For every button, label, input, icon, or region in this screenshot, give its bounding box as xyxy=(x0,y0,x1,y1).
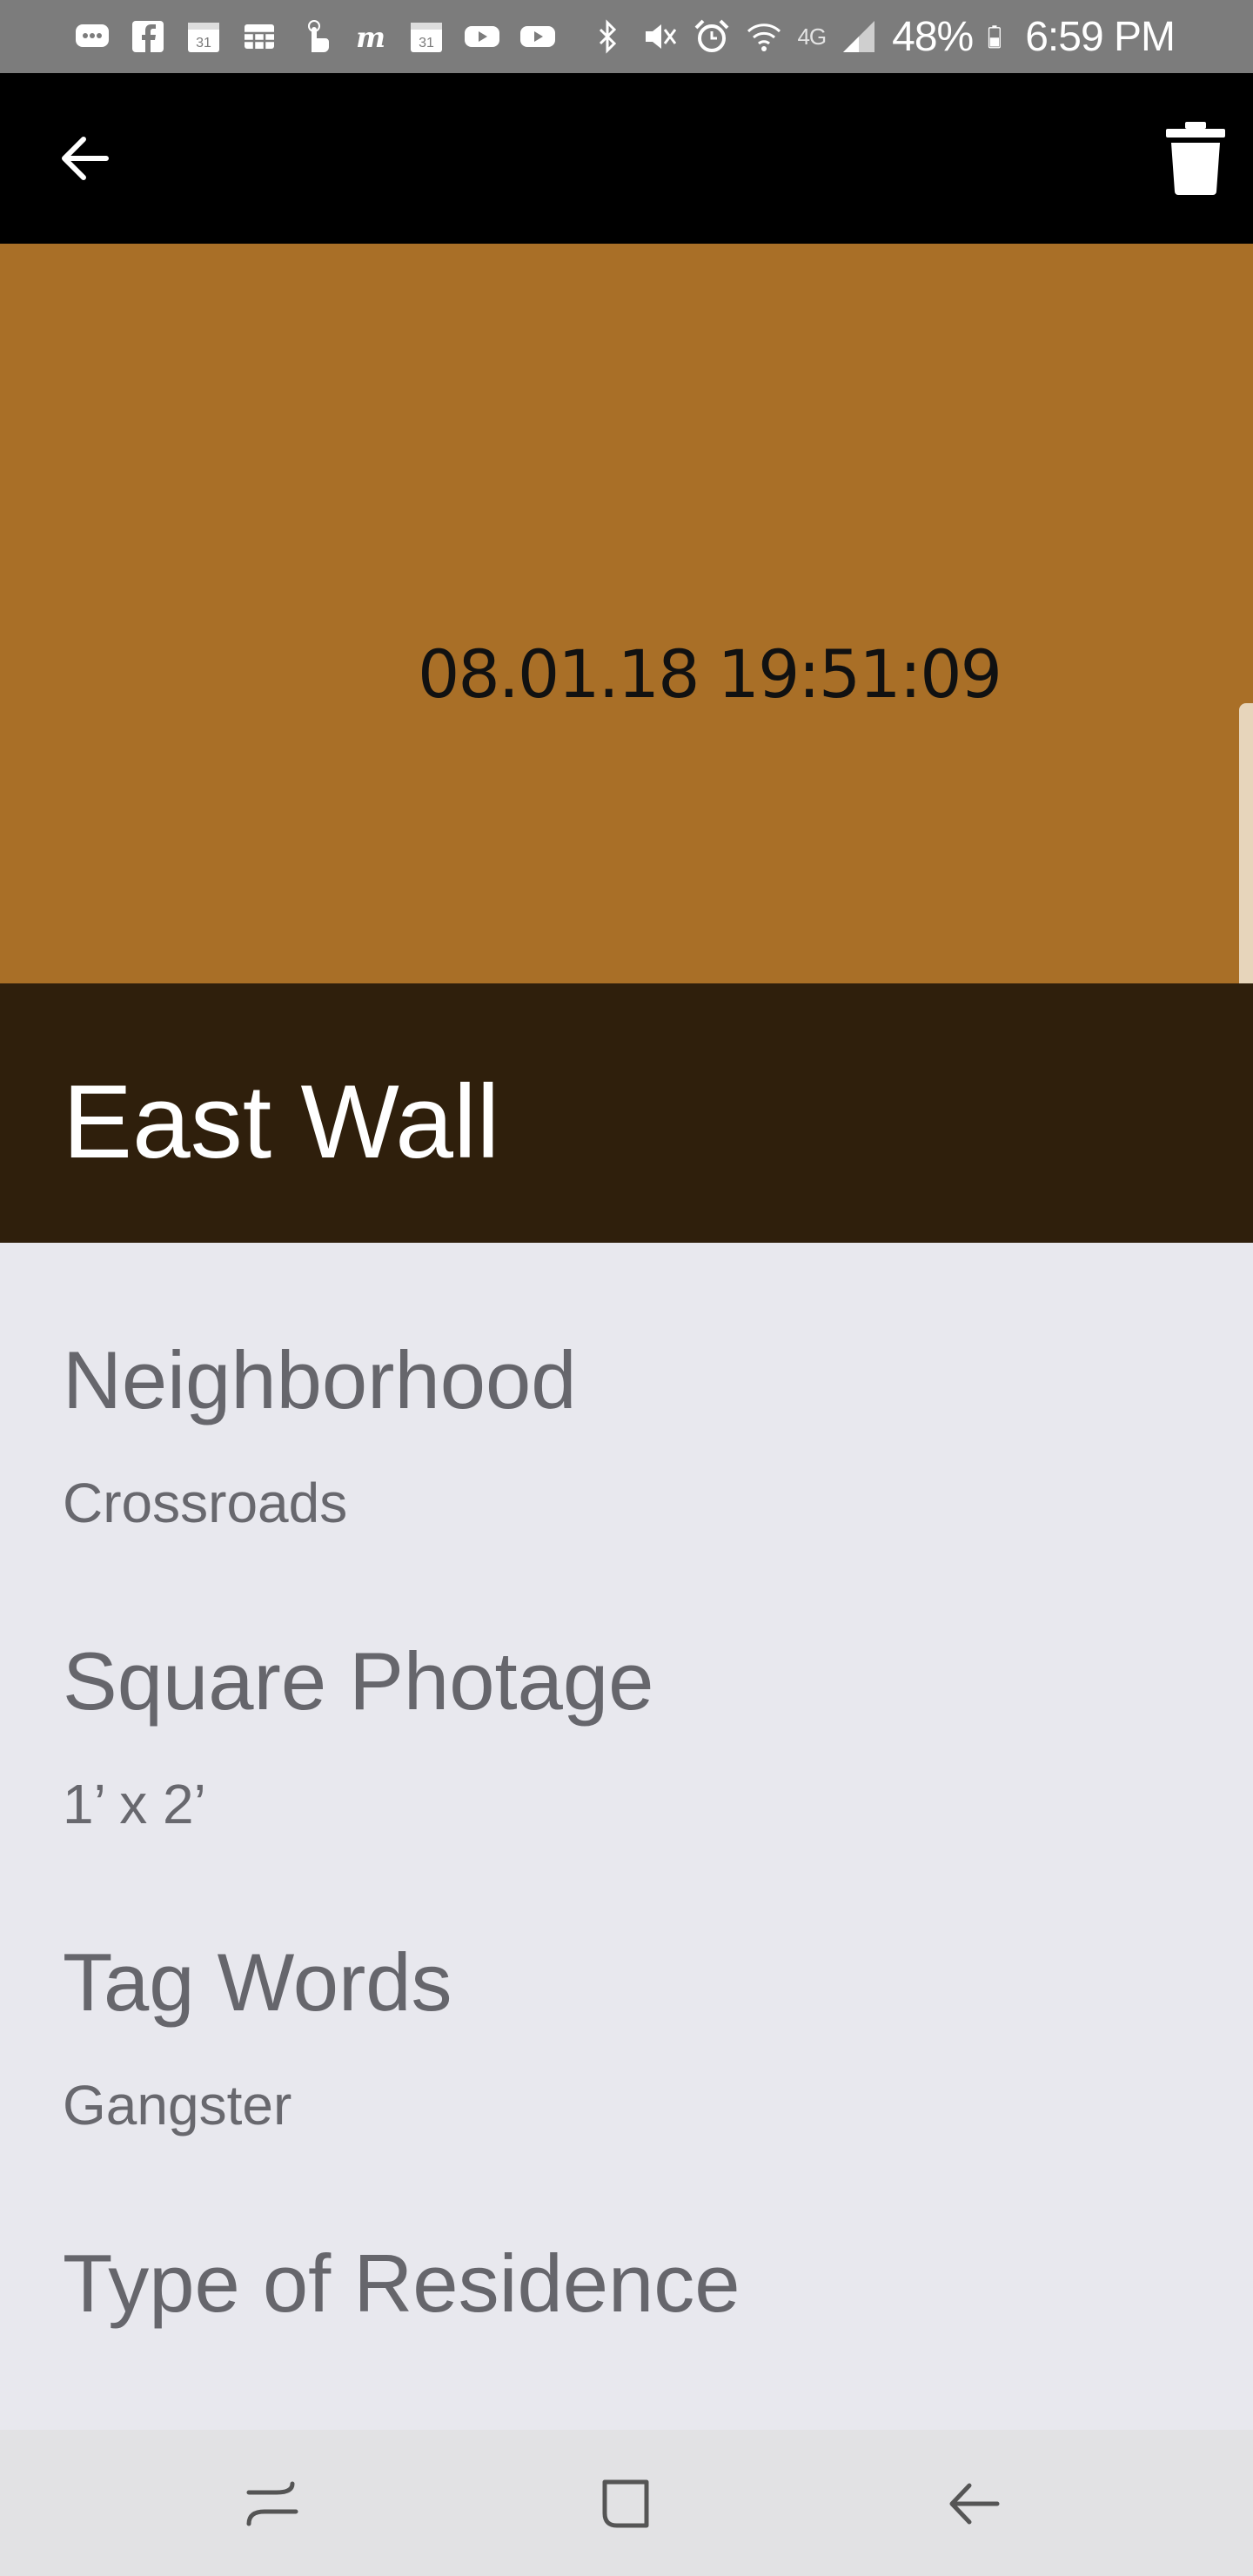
youtube-icon xyxy=(520,26,555,47)
navigation-bar xyxy=(0,2430,1253,2576)
nav-back-button[interactable] xyxy=(926,2456,1022,2552)
notification-icons: 31 m 31 xyxy=(73,17,557,56)
battery-percent: 48% xyxy=(892,13,974,60)
back-button[interactable] xyxy=(33,106,137,211)
calendar-31-icon: 31 xyxy=(188,23,219,52)
field-value-square-photage: 1’ x 2’ xyxy=(63,1773,206,1835)
home-icon xyxy=(602,2479,649,2528)
clock: 6:59 PM xyxy=(1025,13,1176,60)
photo-timestamp: 08.01.18 19:51:09 xyxy=(418,635,1002,713)
photo xyxy=(0,244,1253,983)
signal-icon xyxy=(843,21,875,52)
bluetooth-icon xyxy=(600,19,617,54)
field-label-type-of-residence: Type of Residence xyxy=(63,2237,740,2329)
trash-icon xyxy=(1166,122,1225,195)
system-icons: 4G 48% 6:59 PM xyxy=(588,13,1176,61)
calendar-31-icon: 31 xyxy=(411,23,442,52)
recents-icon xyxy=(246,2481,298,2526)
entry-title: East Wall xyxy=(63,1063,500,1180)
back-arrow-icon xyxy=(62,137,109,180)
wifi-icon xyxy=(747,23,781,51)
svg-text:31: 31 xyxy=(419,36,434,50)
recents-button[interactable] xyxy=(224,2456,320,2552)
home-button[interactable] xyxy=(579,2456,674,2552)
app-bar xyxy=(0,73,1253,244)
field-label-square-photage: Square Photage xyxy=(63,1635,654,1727)
facebook-icon xyxy=(132,21,164,52)
field-label-tag-words: Tag Words xyxy=(63,1936,452,2028)
field-value-neighborhood: Crossroads xyxy=(63,1472,348,1534)
messages-icon xyxy=(76,24,109,47)
delete-button[interactable] xyxy=(1143,106,1248,211)
alarm-icon xyxy=(695,19,729,52)
svg-text:31: 31 xyxy=(196,36,211,50)
status-bar: 31 m 31 4G 48% 6:59 PM xyxy=(0,0,1253,73)
battery-icon xyxy=(988,25,1002,49)
mute-icon xyxy=(646,24,677,49)
m-app-icon: m xyxy=(356,21,385,54)
field-label-neighborhood: Neighborhood xyxy=(63,1334,577,1426)
calculator-icon xyxy=(245,24,274,49)
youtube-icon xyxy=(465,26,499,47)
back-icon xyxy=(949,2483,1000,2525)
svg-text:m: m xyxy=(356,21,385,54)
field-value-tag-words: Gangster xyxy=(63,2074,292,2137)
touch-icon xyxy=(308,20,329,52)
network-type: 4G xyxy=(797,23,827,50)
